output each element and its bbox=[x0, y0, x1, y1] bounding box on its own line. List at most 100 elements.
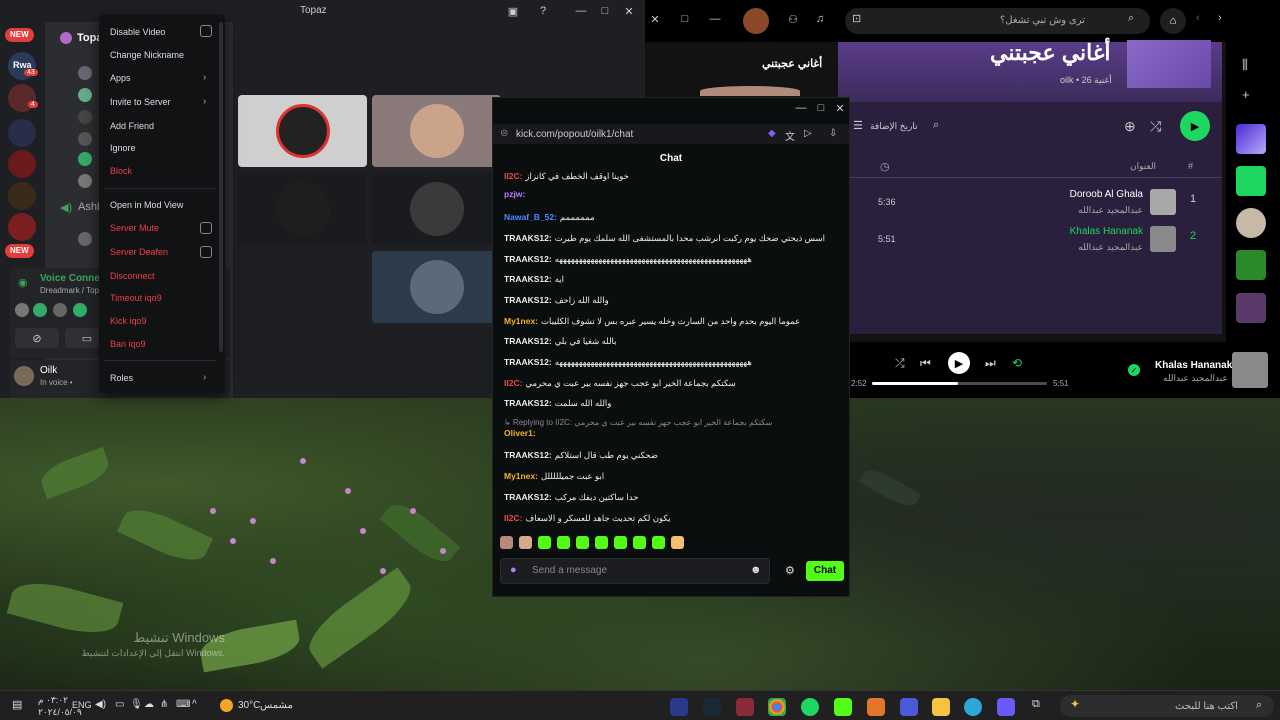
library-icon[interactable]: ⫼ bbox=[1242, 57, 1248, 73]
download-icon[interactable]: ⊕ bbox=[1124, 118, 1136, 135]
member-avatar[interactable] bbox=[78, 88, 92, 102]
site-info-icon[interactable]: ⊜ bbox=[500, 128, 508, 139]
member-avatar[interactable] bbox=[78, 132, 92, 146]
chat-username[interactable]: My1nex: bbox=[504, 471, 538, 481]
menu-ban[interactable]: Ban iqo9 bbox=[110, 339, 146, 349]
list-icon[interactable]: ☰ bbox=[853, 119, 863, 132]
emote-icon[interactable] bbox=[671, 536, 684, 549]
menu-invite-to-server[interactable]: Invite to Server bbox=[110, 97, 171, 107]
emote-icon[interactable] bbox=[614, 536, 627, 549]
chat-username[interactable]: TRAAKS12: bbox=[504, 233, 552, 243]
menu-roles[interactable]: Roles bbox=[110, 373, 133, 383]
back-icon[interactable]: ‹ bbox=[1196, 12, 1200, 24]
library-tile[interactable] bbox=[1236, 293, 1266, 323]
emote-icon[interactable] bbox=[500, 536, 513, 549]
avatar[interactable] bbox=[14, 366, 34, 386]
repeat-icon[interactable]: ⟲ bbox=[1012, 356, 1022, 370]
help-icon[interactable]: ? bbox=[532, 2, 554, 20]
app-icon[interactable] bbox=[736, 698, 754, 716]
emote-icon[interactable] bbox=[538, 536, 551, 549]
guild-icon[interactable] bbox=[8, 150, 36, 178]
chat-username[interactable]: TRAAKS12: bbox=[504, 398, 552, 408]
next-icon[interactable]: ⏭ bbox=[985, 356, 996, 371]
library-tile[interactable] bbox=[1236, 208, 1266, 238]
download-icon[interactable]: ⇩ bbox=[829, 128, 837, 139]
chat-username[interactable]: TRAAKS12: bbox=[504, 254, 552, 264]
emote-icon[interactable] bbox=[652, 536, 665, 549]
checkbox[interactable] bbox=[200, 25, 212, 37]
clock-time[interactable]: ٠٣:٠٢ م bbox=[38, 695, 68, 706]
member-avatar[interactable] bbox=[78, 174, 92, 188]
video-tile[interactable] bbox=[372, 173, 501, 245]
taskbar-search[interactable] bbox=[1060, 695, 1274, 717]
home-icon[interactable]: ⌂ bbox=[1160, 8, 1186, 34]
emote-icon[interactable] bbox=[576, 536, 589, 549]
menu-change-nickname[interactable]: Change Nickname bbox=[110, 50, 184, 60]
guild-icon[interactable] bbox=[8, 213, 36, 241]
menu-add-friend[interactable]: Add Friend bbox=[110, 121, 154, 131]
chat-username[interactable]: Oliver1: bbox=[504, 428, 536, 438]
chat-username[interactable]: TRAAKS12: bbox=[504, 295, 552, 305]
weather-label[interactable]: مشمس bbox=[260, 700, 293, 711]
emote-icon[interactable] bbox=[519, 536, 532, 549]
menu-open-mod-view[interactable]: Open in Mod View bbox=[110, 200, 183, 210]
play-button[interactable]: ▶ bbox=[948, 352, 970, 374]
menu-ignore[interactable]: Ignore bbox=[110, 143, 136, 153]
scrollbar[interactable] bbox=[219, 22, 223, 352]
search-icon[interactable]: ⌕ bbox=[933, 119, 939, 132]
menu-block[interactable]: Block bbox=[110, 166, 132, 176]
guild-icon[interactable] bbox=[8, 119, 36, 147]
video-tile[interactable] bbox=[372, 251, 501, 323]
guild-icon[interactable] bbox=[8, 182, 36, 210]
weather-temp[interactable]: 30°C bbox=[238, 700, 260, 711]
avatar[interactable] bbox=[743, 8, 769, 34]
app-tray-icon[interactable]: ⌨ bbox=[176, 699, 190, 710]
inbox-icon[interactable]: ▣ bbox=[502, 2, 524, 20]
liked-songs-tile[interactable] bbox=[1236, 124, 1266, 154]
steam-icon[interactable] bbox=[703, 698, 721, 716]
chat-username[interactable]: II2C: bbox=[504, 171, 522, 181]
now-playing-artist[interactable]: عبدالمجيد عبدالله bbox=[1163, 373, 1228, 384]
cast-icon[interactable]: ▷ bbox=[804, 128, 812, 139]
maximize-button[interactable]: □ bbox=[594, 2, 616, 20]
member-avatar[interactable] bbox=[78, 66, 92, 80]
now-playing-title[interactable]: Khalas Hananak bbox=[1155, 360, 1232, 371]
language-indicator[interactable]: ENG bbox=[72, 700, 92, 710]
copilot-icon[interactable] bbox=[997, 698, 1015, 716]
sort-label[interactable]: تاريخ الإضافة bbox=[870, 121, 918, 132]
video-tile[interactable] bbox=[238, 95, 367, 167]
minimize-button[interactable]: — bbox=[790, 99, 812, 117]
app-icon[interactable] bbox=[670, 698, 688, 716]
member-avatar[interactable] bbox=[78, 110, 92, 124]
video-tile[interactable] bbox=[372, 95, 501, 167]
microphone-icon[interactable]: 🎙 bbox=[130, 699, 143, 710]
battery-icon[interactable]: ▭ bbox=[115, 699, 124, 710]
menu-timeout[interactable]: Timeout iqo9 bbox=[110, 293, 162, 303]
close-button[interactable]: ✕ bbox=[644, 10, 666, 28]
emote-icon[interactable] bbox=[557, 536, 570, 549]
menu-disconnect[interactable]: Disconnect bbox=[110, 271, 155, 281]
spotify-icon[interactable] bbox=[801, 698, 819, 716]
volume-icon[interactable]: ◀) bbox=[95, 699, 106, 710]
emote-icon[interactable] bbox=[633, 536, 646, 549]
member-avatar[interactable] bbox=[78, 232, 92, 246]
track-title[interactable]: Khalas Hananak bbox=[1070, 226, 1143, 237]
bell-icon[interactable]: ♫ bbox=[809, 10, 831, 28]
microphone-icon[interactable]: ● bbox=[510, 564, 517, 576]
play-button[interactable]: ▶ bbox=[1180, 111, 1210, 141]
close-button[interactable]: ✕ bbox=[829, 99, 851, 117]
shield-icon[interactable]: ◆ bbox=[768, 128, 776, 139]
camera-off-icon[interactable]: ⊘ bbox=[15, 328, 59, 348]
search-input[interactable] bbox=[845, 8, 1150, 34]
chrome-icon[interactable] bbox=[768, 698, 786, 716]
plus-icon[interactable]: + bbox=[1242, 87, 1250, 102]
library-tile[interactable] bbox=[1236, 250, 1266, 280]
browse-icon[interactable]: ⊡ bbox=[852, 12, 861, 25]
chat-username[interactable]: TRAAKS12: bbox=[504, 357, 552, 367]
video-tile[interactable] bbox=[238, 173, 367, 245]
checkbox[interactable] bbox=[200, 246, 212, 258]
kick-icon[interactable] bbox=[834, 698, 852, 716]
network-icon[interactable]: ⋔ bbox=[160, 699, 168, 710]
chevron-up-icon[interactable]: ^ bbox=[192, 699, 197, 710]
minimize-button[interactable]: — bbox=[570, 2, 592, 20]
